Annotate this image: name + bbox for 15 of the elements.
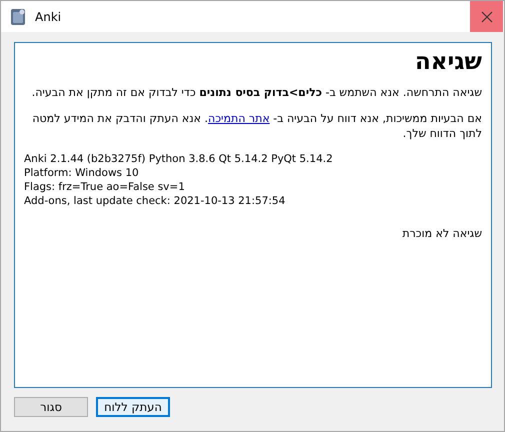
app-icon <box>10 8 26 26</box>
details-line: Anki 2.1.44 (b2b3275f) Python 3.8.6 Qt 5.14.2 PyQt 5.14.2 <box>24 152 334 166</box>
report-text: אם הבעיות ממשיכות, אנא דווח על הבעיה ב- אתר התמיכה. אנא העתק והדבק את המידע למטה לתוך הדווח שלך. <box>31 111 482 141</box>
close-button[interactable] <box>470 1 503 32</box>
support-link[interactable]: אתר התמיכה <box>208 112 270 125</box>
error-message: שגיאה לא מוכרת <box>401 226 482 241</box>
details-line: Add-ons, last update check: 2021-10-13 21:57:54 <box>24 194 286 208</box>
details-line: Platform: Windows 10 <box>24 166 140 180</box>
close-icon <box>480 10 492 22</box>
error-heading: שגיאה <box>414 49 482 75</box>
details-line: Flags: frz=True ao=False sv=1 <box>24 180 186 194</box>
dialog-button[interactable]: סגור <box>14 397 88 417</box>
dialog-button[interactable]: העתק ללוח <box>96 397 170 417</box>
instruction-text: שגיאה התרחשה. אנא השתמש ב- כלים>בדוק בסיס נתונים כדי לבדוק אם זה מתקן את הבעיה. <box>30 85 482 100</box>
window-title: Anki <box>35 10 62 24</box>
